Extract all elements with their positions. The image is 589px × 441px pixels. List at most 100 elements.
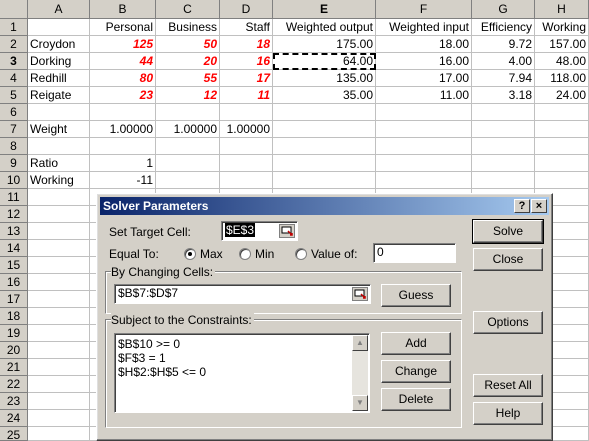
cell-g9[interactable]: [472, 155, 535, 172]
value-of-radio[interactable]: [295, 248, 307, 260]
cell-b3[interactable]: 44: [90, 53, 156, 70]
cell-a15[interactable]: [28, 257, 90, 274]
cell-h4[interactable]: 118.00: [535, 70, 589, 87]
row-header[interactable]: 22: [0, 376, 28, 393]
cell-g6[interactable]: [472, 104, 535, 121]
cell-e6[interactable]: [273, 104, 376, 121]
row-header[interactable]: 5: [0, 87, 28, 104]
cell-a5[interactable]: Reigate: [28, 87, 90, 104]
collapse-dialog-icon[interactable]: [279, 224, 295, 238]
column-header-a[interactable]: A: [28, 0, 90, 19]
constraint-item[interactable]: $H$2:$H$5 <= 0: [118, 365, 206, 379]
cell-f8[interactable]: [376, 138, 472, 155]
cell-g2[interactable]: 9.72: [472, 36, 535, 53]
row-header[interactable]: 18: [0, 308, 28, 325]
constraints-scrollbar[interactable]: ▲ ▼: [352, 335, 368, 411]
cell-f3[interactable]: 16.00: [376, 53, 472, 70]
cell-g5[interactable]: 3.18: [472, 87, 535, 104]
cell-d5[interactable]: 11: [220, 87, 273, 104]
cell-a22[interactable]: [28, 376, 90, 393]
row-header[interactable]: 9: [0, 155, 28, 172]
cell-g8[interactable]: [472, 138, 535, 155]
max-radio[interactable]: [184, 248, 196, 260]
cell-e1[interactable]: Weighted output: [273, 19, 376, 36]
cell-h2[interactable]: 157.00: [535, 36, 589, 53]
cell-h8[interactable]: [535, 138, 589, 155]
cell-h10[interactable]: [535, 172, 589, 189]
help-icon[interactable]: ?: [514, 199, 530, 213]
cell-a7[interactable]: Weight: [28, 121, 90, 138]
cell-f7[interactable]: [376, 121, 472, 138]
max-label[interactable]: Max: [200, 246, 223, 262]
guess-button[interactable]: Guess: [381, 284, 451, 307]
cell-f2[interactable]: 18.00: [376, 36, 472, 53]
value-of-input[interactable]: 0: [373, 243, 456, 263]
value-of-label[interactable]: Value of:: [311, 246, 357, 262]
row-header[interactable]: 20: [0, 342, 28, 359]
cell-a16[interactable]: [28, 274, 90, 291]
cell-e10[interactable]: [273, 172, 376, 189]
cell-e8[interactable]: [273, 138, 376, 155]
cell-b7[interactable]: 1.00000: [90, 121, 156, 138]
row-header[interactable]: 1: [0, 19, 28, 36]
cell-a2[interactable]: Croydon: [28, 36, 90, 53]
cell-g1[interactable]: Efficiency: [472, 19, 535, 36]
cell-f6[interactable]: [376, 104, 472, 121]
row-header[interactable]: 6: [0, 104, 28, 121]
cell-b2[interactable]: 125: [90, 36, 156, 53]
cell-a3[interactable]: Dorking: [28, 53, 90, 70]
cell-a4[interactable]: Redhill: [28, 70, 90, 87]
cell-d4[interactable]: 17: [220, 70, 273, 87]
constraints-list[interactable]: $B$10 >= 0 $F$3 = 1 $H$2:$H$5 <= 0 ▲ ▼: [114, 333, 370, 413]
cell-b10[interactable]: -11: [90, 172, 156, 189]
row-header[interactable]: 17: [0, 291, 28, 308]
cell-e4[interactable]: 135.00: [273, 70, 376, 87]
add-button[interactable]: Add: [381, 332, 451, 355]
row-header[interactable]: 23: [0, 393, 28, 410]
cell-f10[interactable]: [376, 172, 472, 189]
row-header[interactable]: 12: [0, 206, 28, 223]
cell-h5[interactable]: 24.00: [535, 87, 589, 104]
cell-c2[interactable]: 50: [156, 36, 220, 53]
cell-c9[interactable]: [156, 155, 220, 172]
cell-a9[interactable]: Ratio: [28, 155, 90, 172]
column-header-c[interactable]: C: [156, 0, 220, 19]
min-radio[interactable]: [239, 248, 251, 260]
close-icon[interactable]: ×: [531, 199, 547, 213]
cell-g4[interactable]: 7.94: [472, 70, 535, 87]
scroll-up-icon[interactable]: ▲: [352, 335, 368, 351]
cell-d7[interactable]: 1.00000: [220, 121, 273, 138]
cell-b1[interactable]: Personal: [90, 19, 156, 36]
cell-a11[interactable]: [28, 189, 90, 206]
select-all-corner[interactable]: [0, 0, 28, 19]
cell-d8[interactable]: [220, 138, 273, 155]
cell-a6[interactable]: [28, 104, 90, 121]
cell-a25[interactable]: [28, 427, 90, 441]
cell-c6[interactable]: [156, 104, 220, 121]
cell-a21[interactable]: [28, 359, 90, 376]
cell-f4[interactable]: 17.00: [376, 70, 472, 87]
row-header[interactable]: 15: [0, 257, 28, 274]
cell-a18[interactable]: [28, 308, 90, 325]
help-button[interactable]: Help: [473, 402, 543, 425]
row-header[interactable]: 8: [0, 138, 28, 155]
cell-e7[interactable]: [273, 121, 376, 138]
dialog-title-bar[interactable]: Solver Parameters ? ×: [100, 197, 549, 215]
cell-e5[interactable]: 35.00: [273, 87, 376, 104]
cell-e9[interactable]: [273, 155, 376, 172]
cell-h9[interactable]: [535, 155, 589, 172]
delete-button[interactable]: Delete: [381, 388, 451, 411]
cell-a20[interactable]: [28, 342, 90, 359]
cell-a19[interactable]: [28, 325, 90, 342]
cell-c7[interactable]: 1.00000: [156, 121, 220, 138]
row-header[interactable]: 16: [0, 274, 28, 291]
row-header[interactable]: 11: [0, 189, 28, 206]
cell-f5[interactable]: 11.00: [376, 87, 472, 104]
cell-d6[interactable]: [220, 104, 273, 121]
row-header[interactable]: 10: [0, 172, 28, 189]
cell-a23[interactable]: [28, 393, 90, 410]
cell-g10[interactable]: [472, 172, 535, 189]
target-cell-input[interactable]: $E$3: [221, 221, 298, 241]
cell-h1[interactable]: Working: [535, 19, 589, 36]
constraint-item[interactable]: $B$10 >= 0: [118, 337, 180, 351]
